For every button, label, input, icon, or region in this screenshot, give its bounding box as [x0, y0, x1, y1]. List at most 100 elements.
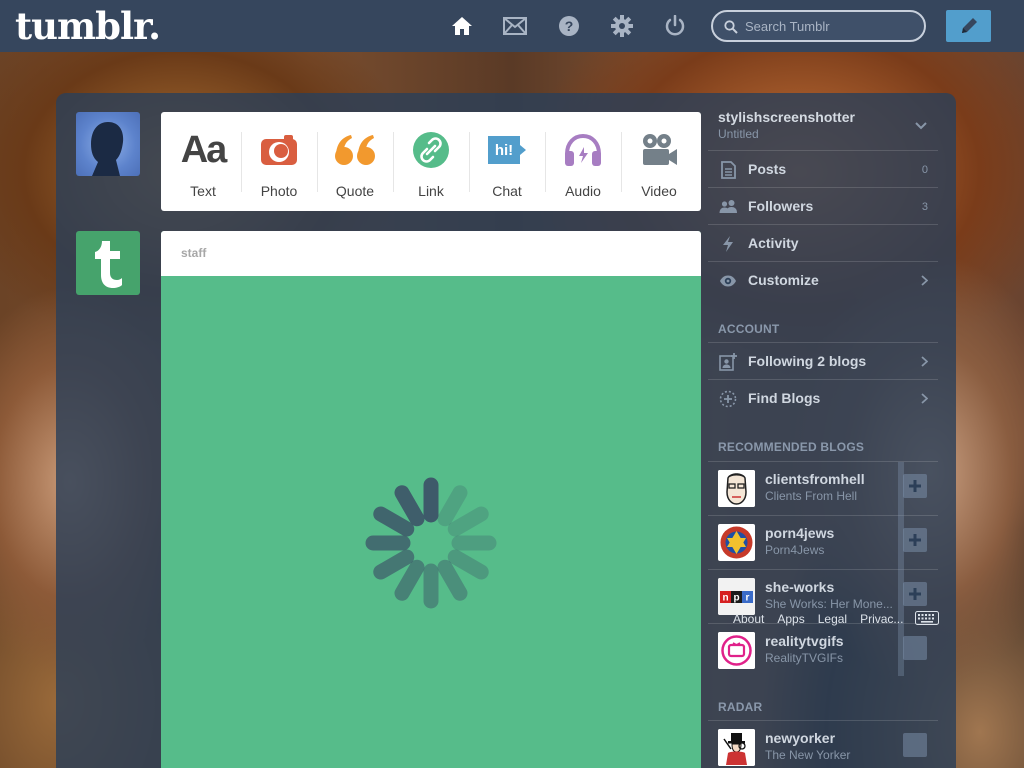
svg-text:hi!: hi!: [495, 142, 513, 159]
radar-heading: RADAR: [718, 700, 763, 714]
posts-count: 0: [921, 164, 928, 176]
post-type-bar: Aa Text Photo Quote Link hi! Chat Audio: [161, 112, 701, 211]
post-type-photo[interactable]: Photo: [241, 112, 317, 211]
post-type-quote[interactable]: Quote: [317, 112, 393, 211]
sidebar-item-label: Activity: [748, 235, 799, 251]
eye-icon: [720, 275, 736, 287]
sidebar-item-label: Following 2 blogs: [748, 353, 867, 369]
video-camera-icon: [640, 130, 678, 170]
rec-blog-name: clientsfromhell: [765, 471, 865, 487]
link-icon: [413, 130, 449, 170]
follow-button[interactable]: [903, 528, 927, 552]
follow-button[interactable]: [903, 636, 927, 660]
blog-avatar: [718, 632, 755, 669]
keyboard-icon[interactable]: [915, 611, 939, 625]
plus-icon: [909, 480, 921, 492]
sidebar-item-followers[interactable]: Followers 3: [708, 187, 938, 224]
post-type-link[interactable]: Link: [393, 112, 469, 211]
post-type-chat[interactable]: hi! Chat: [469, 112, 545, 211]
top-bar: tumblr. ?: [0, 0, 1024, 52]
compose-button[interactable]: [946, 10, 991, 42]
post-type-label: Photo: [260, 183, 298, 199]
footer-links: About Apps Legal Privac...: [733, 612, 903, 626]
blog-avatar: [718, 470, 755, 507]
people-icon: [719, 200, 737, 213]
post-type-audio[interactable]: Audio: [545, 112, 621, 211]
footer-link-legal[interactable]: Legal: [818, 612, 847, 626]
lightning-icon: [723, 236, 733, 252]
rec-blog-title: Clients From Hell: [765, 489, 858, 503]
staff-avatar[interactable]: [76, 231, 140, 295]
rec-blog-title: She Works: Her Mone...: [765, 597, 893, 611]
eustace-tilley-icon: [718, 729, 755, 766]
user-avatar[interactable]: [76, 112, 140, 176]
rec-blog-name: newyorker: [765, 730, 836, 746]
blog-avatar: npr: [718, 578, 755, 615]
follow-button[interactable]: [903, 474, 927, 498]
post-type-label: Audio: [565, 183, 601, 199]
mail-icon[interactable]: [503, 14, 527, 38]
svg-text:p: p: [733, 593, 739, 604]
search-box[interactable]: [711, 10, 926, 42]
document-icon: [721, 161, 736, 179]
npr-logo-icon: npr: [718, 578, 755, 615]
radar-blog[interactable]: newyorker The New Yorker: [708, 720, 938, 768]
rec-blog-name: porn4jews: [765, 525, 835, 541]
home-icon[interactable]: [450, 14, 474, 38]
silhouette-icon: [91, 122, 124, 176]
search-icon: [724, 20, 738, 34]
chevron-right-icon: [921, 356, 928, 367]
footer-link-privacy[interactable]: Privac...: [860, 612, 903, 626]
sidebar-item-activity[interactable]: Activity: [708, 224, 938, 261]
rec-blog-title: The New Yorker: [765, 748, 851, 762]
rec-blog-title: Porn4Jews: [765, 543, 825, 557]
plus-icon: [909, 588, 921, 600]
post-type-label: Quote: [335, 183, 375, 199]
blog-name: stylishscreenshotter: [718, 109, 855, 125]
tumblr-t-icon: [95, 241, 122, 288]
followers-count: 3: [921, 201, 928, 213]
star-of-david-icon: [720, 526, 753, 559]
recommended-heading: RECOMMENDED BLOGS: [718, 440, 865, 454]
help-icon[interactable]: ?: [557, 14, 581, 38]
chat-icon: hi!: [486, 130, 528, 170]
tumblr-logo[interactable]: tumblr.: [15, 4, 161, 48]
sidebar-item-label: Followers: [748, 198, 814, 214]
post-type-text[interactable]: Aa Text: [165, 112, 241, 211]
post-type-video[interactable]: Video: [621, 112, 697, 211]
gear-icon[interactable]: [610, 14, 634, 38]
sidebar-item-posts[interactable]: Posts 0: [708, 150, 938, 187]
pencil-icon: [961, 18, 977, 33]
quote-icon: [334, 130, 376, 170]
chevron-right-icon: [921, 393, 928, 404]
cartoon-face-icon: [718, 470, 755, 507]
chevron-down-icon: [915, 122, 927, 130]
post-blog-name[interactable]: staff: [181, 246, 206, 260]
rec-blog-name: she-works: [765, 579, 835, 595]
blog-avatar: [718, 524, 755, 561]
compass-icon: [719, 390, 737, 408]
add-person-icon: [719, 353, 737, 371]
search-input[interactable]: [745, 16, 915, 36]
rec-blog-title: RealityTVGIFs: [765, 651, 844, 665]
sidebar-item-customize[interactable]: Customize: [708, 261, 938, 298]
post-type-label: Chat: [492, 183, 522, 199]
plus-icon: [909, 534, 921, 546]
follow-button[interactable]: [903, 733, 927, 757]
power-icon[interactable]: [663, 14, 687, 38]
footer-link-apps[interactable]: Apps: [777, 612, 804, 626]
blog-title: Untitled: [718, 127, 759, 141]
sidebar-item-label: Customize: [748, 272, 819, 288]
chevron-right-icon: [921, 275, 928, 286]
sidebar-item-label: Posts: [748, 161, 787, 177]
footer-link-about[interactable]: About: [733, 612, 764, 626]
follow-button[interactable]: [903, 582, 927, 606]
sidebar-item-following[interactable]: Following 2 blogs: [708, 342, 938, 379]
sidebar-item-find-blogs[interactable]: Find Blogs: [708, 379, 938, 416]
svg-text:n: n: [722, 593, 728, 604]
staff-post: staff: [161, 231, 701, 768]
svg-text:?: ?: [565, 18, 574, 34]
scroll-strip: [898, 462, 904, 676]
headphones-icon: [563, 130, 603, 170]
blog-switcher[interactable]: stylishscreenshotter Untitled: [708, 100, 938, 150]
